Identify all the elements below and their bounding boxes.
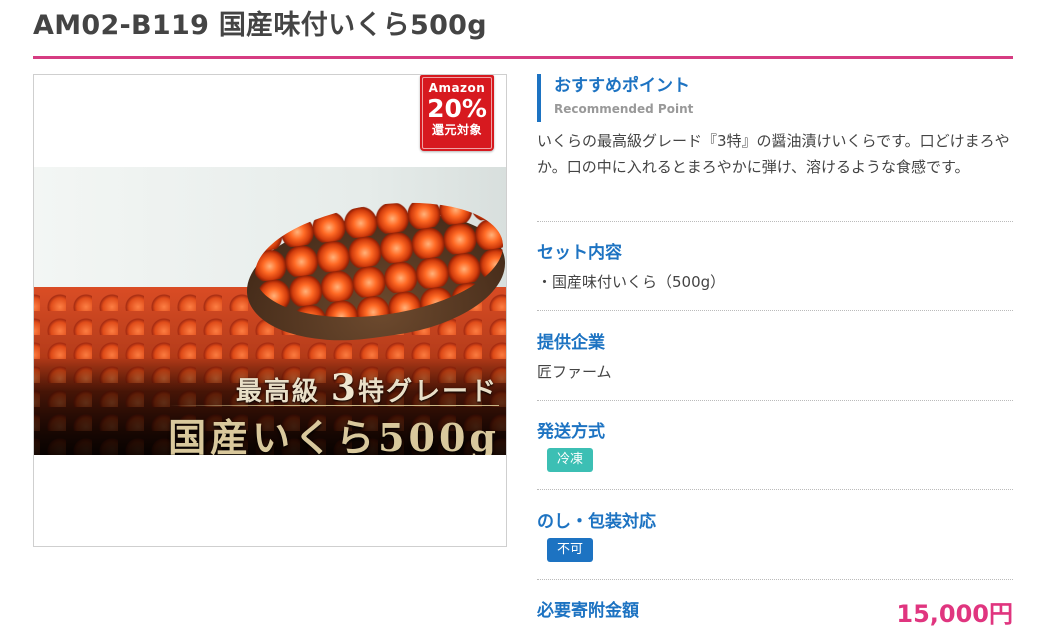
noshi-title: のし・包装対応 (537, 512, 656, 532)
photo-caption-grade: 最高級 3特グレード (235, 367, 498, 409)
photo-caption-product: 国産いくら500g (168, 415, 500, 455)
page-title: AM02-B119 国産味付いくら500g (33, 10, 487, 41)
section-divider (537, 221, 1013, 222)
provider-value: 匠ファーム (537, 363, 612, 381)
shipping-tag-frozen: 冷凍 (547, 448, 594, 472)
recommend-title: おすすめポイント (554, 76, 690, 96)
set-contents-item: ・国産味付いくら（500g） (537, 273, 726, 291)
title-divider (33, 56, 1013, 59)
donation-title: 必要寄附金額 (537, 601, 639, 621)
recommend-heading: おすすめポイント Recommended Point (537, 74, 1013, 122)
amazon-cashback-badge: Amazon 20% 還元対象 (420, 75, 494, 151)
noshi-tag-unavailable: 不可 (547, 538, 594, 562)
recommend-subtitle: Recommended Point (554, 102, 694, 116)
section-divider (537, 579, 1013, 580)
product-details-panel: おすすめポイント Recommended Point いくらの最高級グレード『3… (537, 74, 1013, 628)
provider-title: 提供企業 (537, 333, 605, 353)
product-photo: 最高級 3特グレード 国産いくら500g (34, 167, 506, 455)
section-divider (537, 400, 1013, 401)
donation-price: 15,000円 (896, 600, 1013, 628)
product-image-frame: 最高級 3特グレード 国産いくら500g Amazon 20% 還元対象 (33, 74, 507, 547)
shipping-title: 発送方式 (537, 422, 605, 442)
section-divider (537, 489, 1013, 490)
set-contents-title: セット内容 (537, 243, 622, 263)
section-divider (537, 310, 1013, 311)
recommend-text: いくらの最高級グレード『3特』の醤油漬けいくらです。口どけまろやか。口の中に入れ… (537, 132, 1010, 176)
